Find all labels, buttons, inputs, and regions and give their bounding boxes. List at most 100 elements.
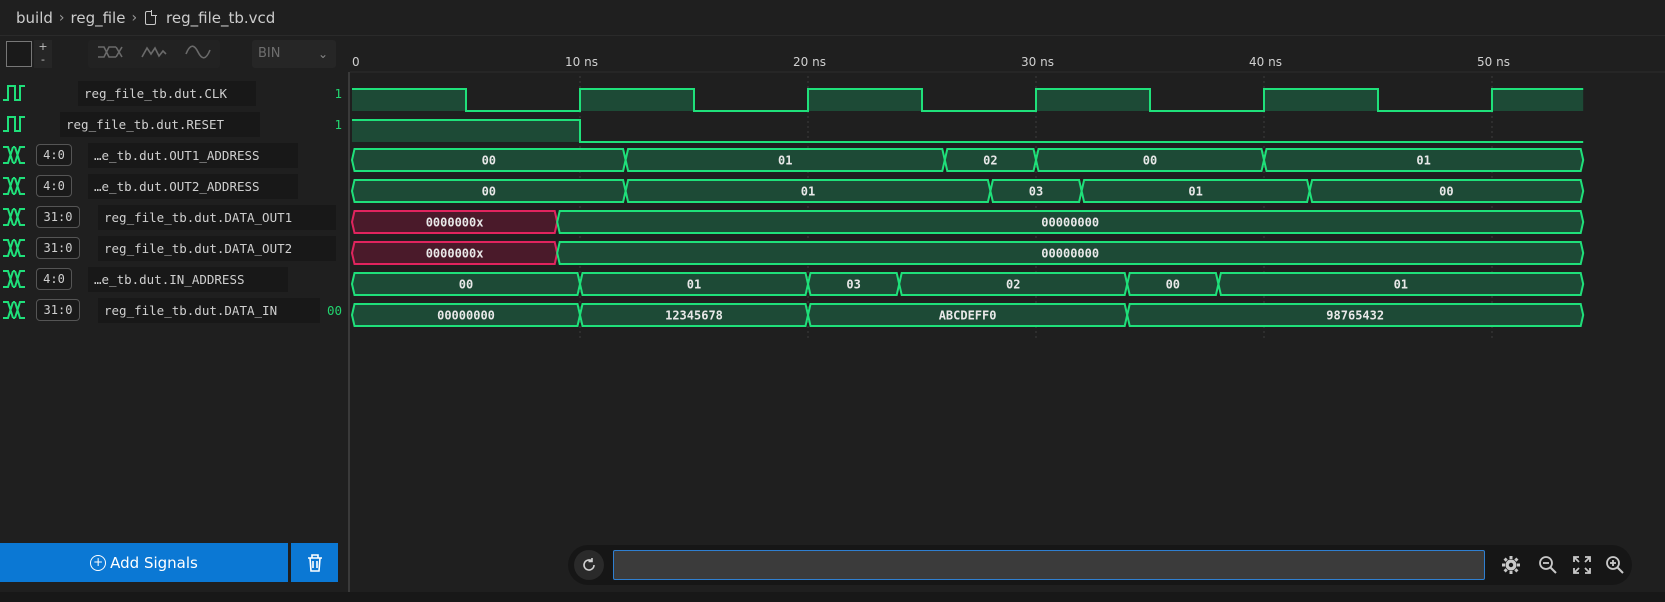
clk-line <box>352 88 1584 112</box>
signal-value: 1 <box>334 117 342 132</box>
delete-signal-button[interactable] <box>291 543 338 582</box>
bit-width-badge: 31:0 <box>36 237 80 259</box>
bus-value-label: 0000000x <box>426 216 484 230</box>
signal-name: reg_file_tb.dut.RESET <box>60 112 260 137</box>
time-axis: 0 10 ns 20 ns 30 ns 40 ns 50 ns <box>352 55 1510 69</box>
add-signals-button[interactable]: + Add Signals <box>0 543 288 582</box>
analog-sine-icon[interactable] <box>185 44 211 64</box>
bus-signal-icon <box>3 301 25 319</box>
time-tick-label: 20 ns <box>793 55 826 69</box>
trash-icon <box>307 553 322 572</box>
bit-signal-icon <box>3 116 25 132</box>
bus-signal-icon <box>3 270 25 288</box>
bus-value-label: 02 <box>983 154 997 168</box>
signal-row-clk[interactable]: reg_file_tb.dut.CLK 1 <box>0 78 345 109</box>
clk-high-segment <box>808 89 922 111</box>
bus-waveform: 0000000x 00000000 <box>350 210 1585 234</box>
bus-waveform: 00 01 03 01 00 <box>350 179 1585 203</box>
zoom-out-icon <box>1539 556 1557 574</box>
file-icon <box>145 9 158 25</box>
zoom-in-icon <box>1606 556 1624 574</box>
chevron-down-icon: ⌄ <box>317 47 328 61</box>
signal-row-data-in[interactable]: 31:0 reg_file_tb.dut.DATA_IN 00 <box>0 295 345 326</box>
breadcrumb-item-file[interactable]: reg_file_tb.vcd <box>166 9 275 27</box>
bit-width-badge: 31:0 <box>36 206 80 228</box>
signal-value: 1 <box>334 86 342 101</box>
bus-value-label: 00 <box>482 185 496 199</box>
bus-waveform: 00 01 03 02 00 01 <box>350 272 1585 296</box>
bus-value-label: 02 <box>1006 278 1020 292</box>
signal-name: reg_file_tb.dut.DATA_OUT2 <box>98 236 336 261</box>
format-select[interactable]: BIN ⌄ <box>252 40 336 68</box>
render-mode-group <box>88 40 220 68</box>
refresh-button[interactable] <box>574 550 604 580</box>
signal-name: reg_file_tb.dut.CLK <box>78 81 256 106</box>
bus-value-label: 03 <box>846 278 860 292</box>
reset-high-segment <box>352 120 580 142</box>
color-picker[interactable] <box>6 41 32 67</box>
search-input[interactable] <box>613 550 1485 580</box>
analog-step-icon[interactable] <box>141 44 167 64</box>
signal-row-out2-address[interactable]: 4:0 …e_tb.dut.OUT2_ADDRESS <box>0 171 345 202</box>
signal-name: …e_tb.dut.IN_ADDRESS <box>88 267 288 292</box>
time-tick-label: 50 ns <box>1477 55 1510 69</box>
signal-row-out1-address[interactable]: 4:0 …e_tb.dut.OUT1_ADDRESS <box>0 140 345 171</box>
bit-width-badge: 4:0 <box>36 268 72 290</box>
waveforms: 00 01 02 00 0100 01 03 01 000000000x 000000000000… <box>350 88 1585 327</box>
height-stepper[interactable]: + - <box>34 40 52 68</box>
bus-waveform: 0000000x 00000000 <box>350 241 1585 265</box>
decrease-button[interactable]: - <box>34 53 52 66</box>
clk-high-segment <box>1492 89 1584 111</box>
waveform-viewer: build › reg_file › reg_file_tb.vcd + - B… <box>0 0 1665 602</box>
bit-width-badge: 4:0 <box>36 144 72 166</box>
signal-row-data-out2[interactable]: 31:0 reg_file_tb.dut.DATA_OUT2 <box>0 233 345 264</box>
signal-row-reset[interactable]: reg_file_tb.dut.RESET 1 <box>0 109 345 140</box>
bus-signal-icon <box>3 146 25 164</box>
increase-button[interactable]: + <box>34 40 52 53</box>
time-grid <box>350 71 1665 340</box>
clk-high-segment <box>352 89 466 111</box>
clk-high-segment <box>580 89 694 111</box>
zoom-in-button[interactable] <box>1601 551 1629 579</box>
signal-list: reg_file_tb.dut.CLK 1 reg_file_tb.dut.RE… <box>0 78 345 326</box>
plus-circle-icon: + <box>90 554 107 571</box>
breadcrumb: build › reg_file › reg_file_tb.vcd <box>0 0 1665 36</box>
bus-value-label: 00000000 <box>437 309 495 323</box>
bus-value-label: 01 <box>1416 154 1430 168</box>
bus-waveform: 00 01 02 00 01 <box>350 148 1585 172</box>
bus-value-label: 03 <box>1029 185 1043 199</box>
breadcrumb-item-build[interactable]: build <box>16 9 53 27</box>
signal-row-data-out1[interactable]: 31:0 reg_file_tb.dut.DATA_OUT1 <box>0 202 345 233</box>
bus-value-label: 01 <box>1394 278 1408 292</box>
bus-signal-icon <box>3 208 25 226</box>
format-select-value: BIN <box>258 46 281 61</box>
bus-waveform: 00000000 12345678 ABCDEFF0 98765432 <box>350 303 1585 327</box>
settings-button[interactable] <box>1497 551 1525 579</box>
bus-value-label: 00 <box>482 154 496 168</box>
bus-signal-icon <box>3 177 25 195</box>
bus-value-label: 98765432 <box>1326 309 1384 323</box>
bus-value-label: 00000000 <box>1041 247 1099 261</box>
refresh-icon <box>583 558 595 571</box>
bus-value-label: 00 <box>1439 185 1453 199</box>
status-strip <box>0 592 1665 602</box>
signal-row-in-address[interactable]: 4:0 …e_tb.dut.IN_ADDRESS <box>0 264 345 295</box>
bus-value-label: ABCDEFF0 <box>939 309 997 323</box>
search-panel <box>568 545 1632 585</box>
signal-value: 00 <box>326 303 342 318</box>
clk-high-segment <box>1036 89 1150 111</box>
bit-width-badge: 31:0 <box>36 299 80 321</box>
add-signals-label: Add Signals <box>110 553 198 572</box>
expand-icon <box>1573 556 1591 574</box>
chevron-right-icon: › <box>131 9 138 26</box>
bus-signal-icon <box>3 239 25 257</box>
zoom-out-button[interactable] <box>1534 551 1562 579</box>
breadcrumb-item-reg-file[interactable]: reg_file <box>71 9 126 27</box>
clk-high-segment <box>1264 89 1378 111</box>
fit-button[interactable] <box>1568 551 1596 579</box>
bus-value-label: 00000000 <box>1041 216 1099 230</box>
waveform-canvas[interactable]: 0 10 ns 20 ns 30 ns 40 ns 50 ns 00 01 02 00 0100 0… <box>350 50 1665 340</box>
signal-name: …e_tb.dut.OUT2_ADDRESS <box>88 174 298 199</box>
clk-waveform <box>352 88 1584 112</box>
bus-wave-icon[interactable] <box>97 44 123 64</box>
